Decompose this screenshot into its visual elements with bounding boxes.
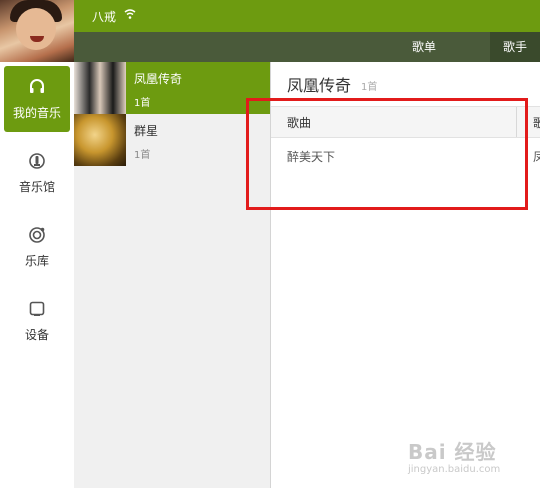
left-nav: 我的音乐 音乐馆 乐库 设备 [0, 62, 75, 488]
watermark-url: jingyan.baidu.com [408, 464, 501, 475]
playlist-count: 1首 [134, 98, 151, 109]
playlist-item[interactable]: 凤凰传奇 1首 [74, 62, 270, 114]
avatar[interactable] [0, 0, 74, 62]
avatar-face [16, 8, 56, 50]
nav-music-hall-label: 音乐馆 [18, 180, 55, 194]
device-icon [29, 301, 45, 316]
nav-device-label: 设备 [24, 328, 49, 342]
nav-library[interactable]: 乐库 [4, 214, 70, 280]
top-bar [0, 0, 540, 32]
nav-device[interactable]: 设备 [4, 288, 70, 354]
page-title: 凤凰传奇 [287, 76, 352, 95]
tab-playlist[interactable]: 歌单 [396, 32, 452, 62]
watermark: Bai 经验 jingyan.baidu.com [408, 434, 528, 480]
song-count: 1首 [361, 82, 378, 93]
playlist-item[interactable]: 群星 1首 [74, 114, 270, 166]
username[interactable]: 八戒 [92, 8, 116, 25]
playlist-cover [74, 114, 126, 166]
watermark-logo: Bai 经验 [408, 440, 497, 464]
nav-my-music-label: 我的音乐 [12, 106, 61, 120]
highlight-box [246, 98, 528, 210]
nav-music-hall[interactable]: 音乐馆 [4, 140, 70, 206]
playlist-panel: 凤凰传奇 1首 群星 1首 [74, 62, 271, 488]
sub-bar [74, 32, 540, 62]
music-hall-icon [29, 153, 45, 169]
tab-singer[interactable]: 歌手 [490, 32, 540, 62]
nav-my-music[interactable]: 我的音乐 [4, 66, 70, 132]
column-header-singer[interactable]: 歌 [533, 114, 540, 131]
playlist-name: 凤凰传奇 [134, 72, 183, 86]
playlist-name: 群星 [134, 124, 159, 138]
headphones-icon [30, 79, 44, 93]
nav-library-label: 乐库 [24, 254, 49, 268]
playlist-cover [74, 62, 126, 114]
table-row-singer: 凤 [533, 150, 540, 164]
wifi-icon [124, 9, 136, 19]
library-icon [29, 227, 45, 243]
playlist-count: 1首 [134, 150, 151, 161]
